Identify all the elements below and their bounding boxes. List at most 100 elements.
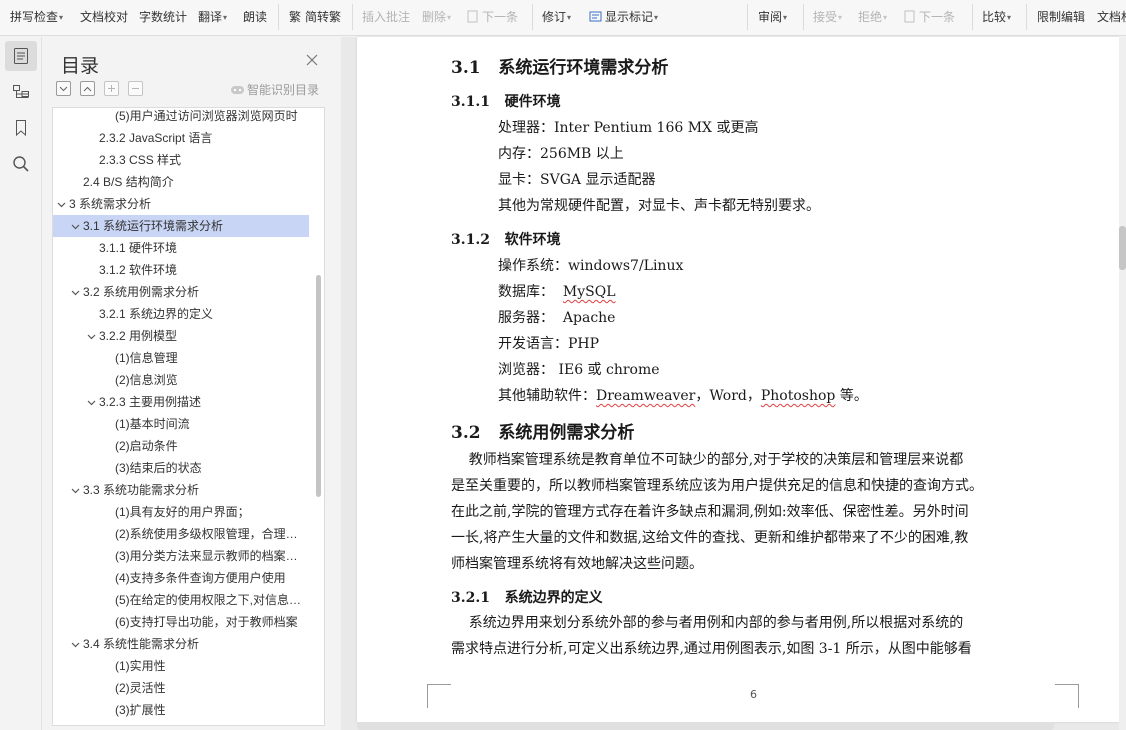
doc-proofread-button[interactable]: 文档校对 — [80, 8, 128, 26]
toc-item[interactable]: (2)信息浏览 — [53, 369, 309, 391]
toc-item[interactable]: 3.2.1 系统边界的定义 — [53, 303, 309, 325]
toc-item[interactable]: (3)扩展性 — [53, 699, 309, 721]
heading-3-2-1: 3.2.1 系统边界的定义 — [451, 590, 603, 606]
toc-item[interactable]: 3.1.2 软件环境 — [53, 259, 309, 281]
toc-item[interactable]: (4)支持多条件查询方便用户使用 — [53, 567, 309, 589]
toc-item[interactable]: (6)支持打导出功能，对于教师档案 — [53, 611, 309, 633]
toc-item[interactable]: 3.1.1 硬件环境 — [53, 237, 309, 259]
review-toolbar: 拼写检查▾ 文档校对 字数统计 翻译▾ 朗读 繁简转繁 插入批注 删除▾ 下一条… — [0, 0, 1126, 36]
convert-chinese-icon: 繁 — [289, 10, 301, 23]
expand-all-button[interactable] — [56, 81, 71, 96]
collapse-all-button[interactable] — [80, 81, 95, 96]
toc-item[interactable]: 2.4 B/S 结构简介 — [53, 171, 309, 193]
restrict-editing-button[interactable]: 限制编辑 — [1037, 8, 1085, 26]
corner-mark-right — [1055, 684, 1079, 708]
toc-item-label: (2)启动条件 — [115, 439, 178, 453]
toc-item[interactable]: (1)具有友好的用户界面； — [53, 501, 309, 523]
toc-item-label: (1)具有友好的用户界面； — [115, 505, 250, 519]
hw-line: 其他为常规硬件配置，对显卡、声卡都无特别要求。 — [498, 198, 820, 214]
next-icon — [904, 10, 915, 23]
toc-item[interactable]: (1)信息管理 — [53, 347, 309, 369]
outline-tab-button[interactable] — [5, 77, 37, 107]
toc-item[interactable]: 2.3.3 CSS 样式 — [53, 149, 309, 171]
chevron-down-icon[interactable] — [67, 217, 83, 237]
toc-item[interactable]: (3)结束后的状态 — [53, 457, 309, 479]
toc-item[interactable]: 2.3.2 JavaScript 语言 — [53, 127, 309, 149]
toc-item-label: (2)信息浏览 — [115, 373, 178, 387]
reject-change-button[interactable]: 拒绝▾ — [858, 8, 887, 26]
toc-item-label: (3)扩展性 — [115, 703, 166, 717]
doc-permission-button[interactable]: 文档权 — [1097, 8, 1126, 26]
toc-item[interactable]: (5)在给定的使用权限之下,对信息进行 — [53, 589, 309, 611]
toc-item[interactable]: 3 系统需求分析 — [53, 193, 309, 215]
horizontal-scrollbar[interactable] — [357, 722, 1054, 730]
toc-tab-button[interactable] — [5, 41, 37, 71]
chevron-down-icon[interactable] — [67, 481, 83, 501]
review-pane-button[interactable]: 审阅▾ — [758, 8, 787, 26]
translate-button[interactable]: 翻译▾ — [198, 8, 227, 26]
toc-item[interactable]: (2)灵活性 — [53, 677, 309, 699]
toc-item-label: 3.1.1 硬件环境 — [99, 241, 178, 255]
chevron-down-icon — [59, 86, 68, 91]
toc-item-label: 3.1.2 软件环境 — [99, 263, 178, 277]
toc-item-label: 3.2.2 用例模型 — [99, 329, 178, 343]
search-tab-button[interactable] — [5, 149, 37, 179]
toc-scrollbar[interactable] — [316, 275, 321, 497]
chevron-down-icon[interactable] — [67, 283, 83, 303]
toc-item[interactable]: 3.2.3 主要用例描述 — [53, 391, 309, 413]
bookmark-icon — [16, 120, 26, 137]
toc-item[interactable]: (2)系统使用多级权限管理，合理分配权限 — [53, 523, 309, 545]
next-icon — [467, 10, 478, 23]
toc-item[interactable]: 3.3 系统功能需求分析 — [53, 479, 309, 501]
smart-toc-button[interactable]: 智能识别目录 — [230, 81, 319, 98]
chevron-down-icon[interactable] — [83, 393, 99, 413]
toc-item[interactable]: (2)启动条件 — [53, 435, 309, 457]
toc-item[interactable]: (5)用户通过访问浏览器浏览网页时 — [53, 108, 309, 127]
toc-item-label: 2.4 B/S 结构简介 — [83, 175, 174, 189]
add-heading-button[interactable] — [104, 81, 119, 96]
word-count-button[interactable]: 字数统计 — [139, 8, 187, 26]
toc-item[interactable]: 3.4 系统性能需求分析 — [53, 633, 309, 655]
chevron-down-icon[interactable] — [67, 635, 83, 655]
chevron-down-icon[interactable] — [53, 195, 69, 215]
sw-line: 数据库： MySQL — [498, 284, 616, 300]
track-changes-button[interactable]: 修订▾ — [542, 8, 571, 26]
document-page[interactable]: 3.1 系统运行环境需求分析 3.1.1 硬件环境 处理器：Inter Pent… — [357, 37, 1119, 722]
toc-item[interactable]: 3.2 系统用例需求分析 — [53, 281, 309, 303]
toc-item[interactable]: (3)用分类方法来显示教师的档案信息 — [53, 545, 309, 567]
nav-rail — [0, 37, 42, 730]
toc-list: (3)扩展性 (2)灵活性 (1)实用性 3.4 系统性能需求分析 (6)支持打导出功能… — [52, 107, 325, 726]
read-aloud-button[interactable]: 朗读 — [243, 8, 267, 26]
simplified-to-traditional-button[interactable]: 繁简转繁 — [289, 8, 341, 26]
accept-change-button[interactable]: 接受▾ — [813, 8, 842, 26]
sw-line: 服务器： Apache — [498, 310, 616, 326]
paragraph-line: 需求特点进行分析,可定义出系统边界,通过用例图表示,如图 3-1 所示，从图中能… — [451, 641, 972, 657]
spell-check-button[interactable]: 拼写检查▾ — [10, 8, 63, 26]
toc-item[interactable]: (1)实用性 — [53, 655, 309, 677]
toc-item-label: (2)灵活性 — [115, 681, 166, 695]
toc-item[interactable]: (1)基本时间流 — [53, 413, 309, 435]
hw-line: 处理器：Inter Pentium 166 MX 或更高 — [498, 120, 759, 136]
toc-item-label: (3)结束后的状态 — [115, 461, 202, 475]
compare-button[interactable]: 比较▾ — [982, 8, 1011, 26]
toc-item-label: 3.1 系统运行环境需求分析 — [83, 219, 224, 233]
paragraph-line: 系统边界用来划分系统外部的参与者用例和内部的参与者用例,所以根据对系统的 — [451, 615, 964, 631]
sw-line: 浏览器： IE6 或 chrome — [498, 362, 660, 378]
toc-item-label: (1)实用性 — [115, 659, 166, 673]
document-scrollbar[interactable] — [1119, 37, 1126, 730]
bookmark-tab-button[interactable] — [5, 113, 37, 143]
outline-icon — [13, 85, 29, 98]
chevron-down-icon[interactable] — [83, 327, 99, 347]
toc-item[interactable]: 3.2.2 用例模型 — [53, 325, 309, 347]
next-change-button[interactable]: 下一条 — [903, 8, 955, 26]
close-icon[interactable] — [305, 53, 319, 67]
delete-comment-button[interactable]: 删除▾ — [422, 8, 451, 26]
toc-icon — [14, 48, 28, 64]
next-comment-button[interactable]: 下一条 — [466, 8, 518, 26]
show-markup-button[interactable]: 显示标记▾ — [589, 8, 658, 26]
toc-item[interactable]: 3.1 系统运行环境需求分析 — [53, 215, 309, 237]
document-scroll-thumb[interactable] — [1119, 226, 1126, 270]
remove-heading-button[interactable] — [128, 81, 143, 96]
show-markup-icon — [589, 11, 602, 22]
insert-comment-button[interactable]: 插入批注 — [362, 8, 410, 26]
